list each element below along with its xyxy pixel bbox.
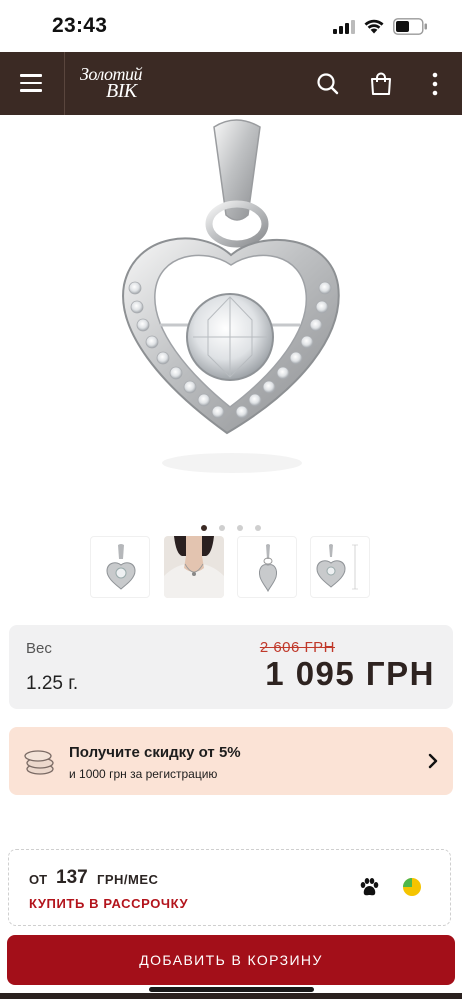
status-time: 23:43 (52, 14, 108, 37)
weight-value: 1.25 г. (26, 673, 79, 694)
pendant-side-thumbnail[interactable] (237, 536, 297, 598)
signal-icon (333, 19, 355, 34)
home-indicator (149, 987, 314, 992)
registration-discount-banner[interactable]: Получите скидку от 5% и 1000 грн за реги… (9, 727, 453, 795)
product-image[interactable] (0, 115, 462, 515)
installment-card: ОТ 137 ГРН/МЕС КУПИТЬ В РАССРОЧКУ (8, 849, 451, 926)
shopping-bag-icon[interactable] (368, 71, 394, 97)
battery-icon (393, 18, 427, 35)
buy-in-installments-link[interactable]: КУПИТЬ В РАССРОЧКУ (29, 896, 188, 911)
status-bar: 23:43 (0, 0, 462, 52)
slide-indicator (0, 519, 462, 531)
discount-title: Получите скидку от 5% (69, 744, 241, 761)
installment-unit: ГРН/МЕС (97, 872, 159, 887)
installment-amount: 137 (56, 867, 88, 888)
price-card: Вес 1.25 г. 2 606 ГРН 1 095 ГРН (9, 625, 453, 709)
pendant-dimensions-thumbnail[interactable] (310, 536, 370, 598)
old-price: 2 606 ГРН (259, 639, 335, 656)
coins-icon (24, 750, 54, 775)
slide-dot[interactable] (219, 524, 225, 531)
header-divider (64, 52, 65, 115)
slide-dot[interactable] (201, 524, 207, 531)
chevron-right-icon[interactable] (427, 752, 439, 770)
brand-logo[interactable]: Золотий ВІК (80, 64, 162, 104)
slide-dot[interactable] (255, 524, 261, 531)
installment-from-label: ОТ (29, 872, 48, 887)
model-wearing-thumbnail[interactable] (164, 536, 224, 598)
more-vertical-icon[interactable] (422, 71, 448, 97)
bottom-bar (0, 993, 462, 999)
pendant-front-thumbnail[interactable] (90, 536, 150, 598)
current-price: 1 095 ГРН (265, 655, 435, 692)
slide-dot[interactable] (237, 524, 243, 531)
thumbnail-strip (90, 536, 380, 600)
paw-icon (360, 878, 379, 896)
wifi-icon (364, 19, 384, 34)
discount-subtitle: и 1000 грн за регистрацию (69, 767, 218, 781)
payment-pie-icon (403, 878, 421, 896)
add-to-cart-button[interactable]: ДОБАВИТЬ В КОРЗИНУ (7, 935, 455, 985)
weight-label: Вес (26, 640, 52, 657)
search-icon[interactable] (315, 71, 341, 97)
logo-text-bottom: ВІК (106, 80, 137, 102)
app-header: Золотий ВІК (0, 52, 462, 115)
menu-icon[interactable] (20, 74, 42, 92)
